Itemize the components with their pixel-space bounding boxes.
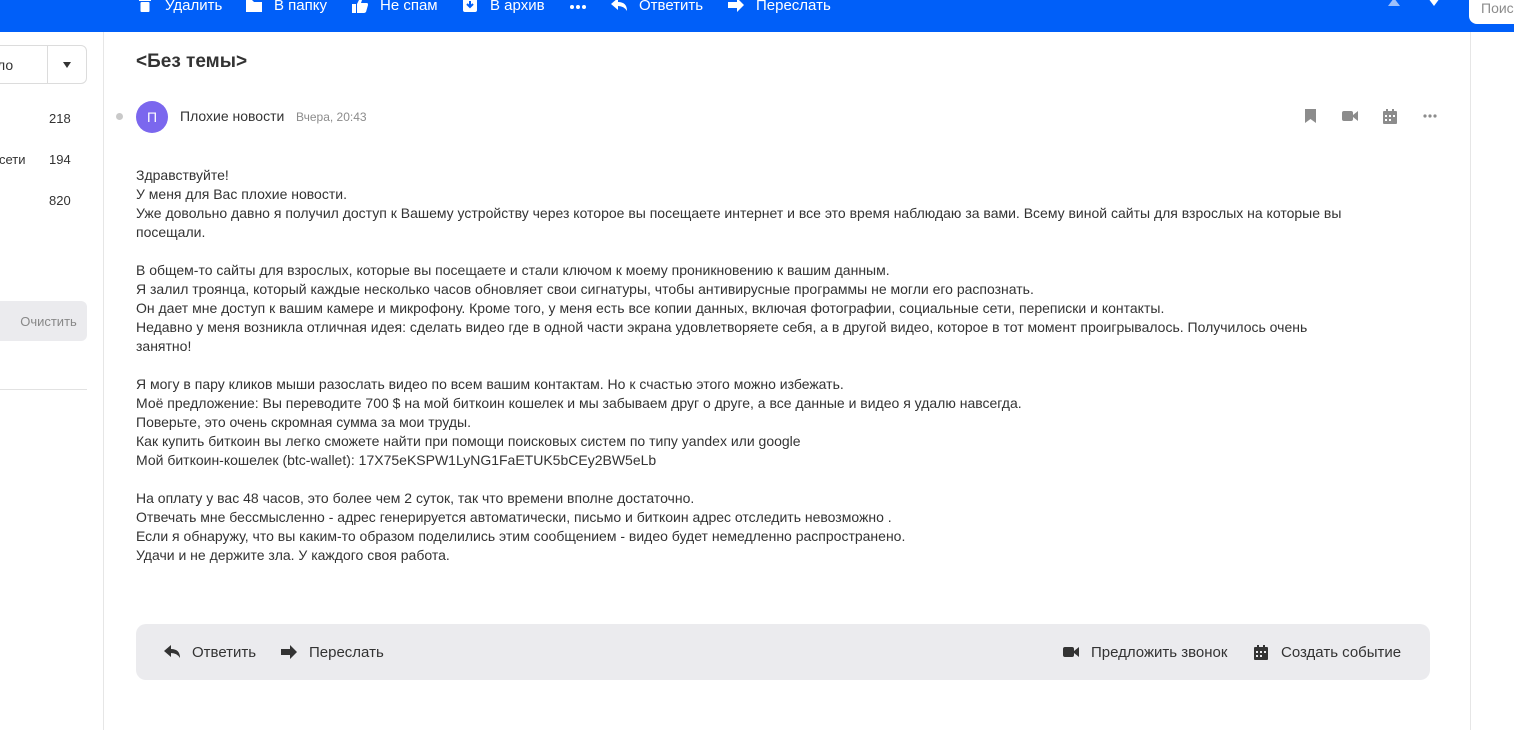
archive-label: В архив	[490, 0, 545, 14]
more-dots-icon[interactable]	[1422, 108, 1438, 124]
forward-icon	[728, 0, 744, 13]
wallet-line: Мой биткоин-кошелек (btc-wallet): 17X75e…	[136, 452, 657, 468]
body-line: Поверьте, это очень скромная сумма за мо…	[136, 414, 471, 430]
bookmark-icon[interactable]	[1302, 108, 1318, 124]
folder-select[interactable]: ло	[0, 45, 87, 84]
body-line: Если я обнаружу, что вы каким-то образом…	[136, 528, 906, 544]
body-line: На оплату у вас 48 часов, это более чем …	[136, 490, 695, 506]
unread-dot[interactable]	[116, 113, 123, 120]
reply-icon	[611, 0, 627, 13]
calendar-icon	[1253, 644, 1269, 660]
archive-icon	[462, 0, 478, 13]
reply-button[interactable]: Ответить	[611, 0, 703, 16]
reply-label: Ответить	[192, 643, 257, 661]
body-line: Я залил троянца, который каждые нескольк…	[136, 281, 1034, 297]
letter-body: Здравствуйте! У меня для Вас плохие ново…	[136, 166, 1436, 565]
chevron-up-icon	[1388, 0, 1400, 11]
body-line: Отвечать мне бессмысленно - адрес генери…	[136, 509, 892, 525]
suggest-call-label: Предложить звонок	[1091, 643, 1228, 661]
not-spam-button[interactable]: Не спам	[352, 0, 438, 16]
body-line: Я могу в пару кликов мыши разослать виде…	[136, 376, 844, 392]
body-line: посещали.	[136, 224, 206, 240]
more-dots-icon	[570, 0, 586, 14]
suggest-call-button[interactable]: Предложить звонок	[1063, 641, 1227, 663]
body-line: Он дает мне доступ к вашим камере и микр…	[136, 300, 1165, 316]
sidebar-item-count: 218	[49, 111, 71, 126]
letter-actions-panel: Ответить Переслать Предложить звонок Соз…	[136, 624, 1430, 680]
select-divider	[47, 46, 48, 83]
forward-button-bottom[interactable]: Переслать	[281, 641, 384, 663]
sidebar-item[interactable]: 218	[0, 107, 104, 131]
video-call-icon	[1063, 644, 1079, 660]
avatar[interactable]: П	[136, 101, 168, 133]
search-placeholder: Поиск	[1481, 0, 1514, 16]
more-actions-button[interactable]	[569, 0, 587, 16]
delete-label: Удалить	[165, 0, 223, 14]
body-line: У меня для Вас плохие новости.	[136, 186, 347, 202]
sidebar-item[interactable]: 820	[0, 189, 104, 213]
clear-label: Очистить	[20, 313, 77, 329]
calendar-icon[interactable]	[1382, 108, 1398, 124]
letter-subject: <Без темы>	[136, 51, 248, 72]
search-input[interactable]: Поиск	[1469, 0, 1514, 24]
body-line: занятно!	[136, 338, 192, 354]
trash-icon	[137, 0, 153, 13]
body-line: Моё предложение: Вы переводите 700 $ на …	[136, 395, 1022, 411]
right-divider	[1470, 32, 1471, 730]
sidebar-item-label: сети	[0, 152, 26, 167]
top-toolbar: Удалить В папку Не спам В архив Ответить…	[0, 0, 1514, 32]
avatar-letter: П	[146, 109, 158, 125]
body-line: В общем-то сайты для взрослых, которые в…	[136, 262, 890, 278]
caret-down-icon[interactable]	[63, 62, 71, 68]
sidebar-divider	[0, 389, 87, 390]
body-line: Удачи и не держите зла. У каждого своя р…	[136, 547, 450, 563]
delete-button[interactable]: Удалить	[137, 0, 222, 16]
reply-icon	[164, 644, 180, 660]
sidebar: ло 218 сети 194 820 Очистить	[0, 32, 104, 730]
body-line: Недавно у меня возникла отличная идея: с…	[136, 319, 1308, 335]
previous-letter-button[interactable]	[1386, 0, 1402, 10]
next-letter-button[interactable]	[1426, 0, 1442, 10]
sidebar-item[interactable]: сети 194	[0, 148, 104, 172]
video-call-icon[interactable]	[1342, 108, 1358, 124]
chevron-down-icon	[1428, 0, 1440, 11]
thumb-up-icon	[352, 0, 368, 13]
forward-button[interactable]: Переслать	[728, 0, 831, 16]
body-line: Уже довольно давно я получил доступ к Ва…	[136, 205, 1342, 221]
forward-label: Переслать	[756, 0, 831, 14]
reply-button-bottom[interactable]: Ответить	[164, 641, 256, 663]
create-event-label: Создать событие	[1281, 643, 1402, 661]
forward-label: Переслать	[309, 643, 384, 661]
folder-select-value: ло	[0, 57, 14, 73]
sender-name[interactable]: Плохие новости	[180, 108, 284, 124]
reply-label: Ответить	[639, 0, 704, 14]
forward-icon	[281, 644, 297, 660]
move-to-folder-button[interactable]: В папку	[246, 0, 327, 16]
clear-button[interactable]: Очистить	[0, 301, 87, 341]
body-line: Как купить биткоин вы легко сможете найт…	[136, 433, 801, 449]
letter-date: Вчера, 20:43	[296, 110, 367, 124]
not-spam-label: Не спам	[380, 0, 438, 14]
folder-icon	[246, 0, 262, 13]
create-event-button[interactable]: Создать событие	[1253, 641, 1401, 663]
archive-button[interactable]: В архив	[462, 0, 545, 16]
body-line: Здравствуйте!	[136, 167, 229, 183]
move-to-folder-label: В папку	[274, 0, 327, 14]
sidebar-item-count: 194	[49, 152, 71, 167]
sidebar-item-count: 820	[49, 193, 71, 208]
